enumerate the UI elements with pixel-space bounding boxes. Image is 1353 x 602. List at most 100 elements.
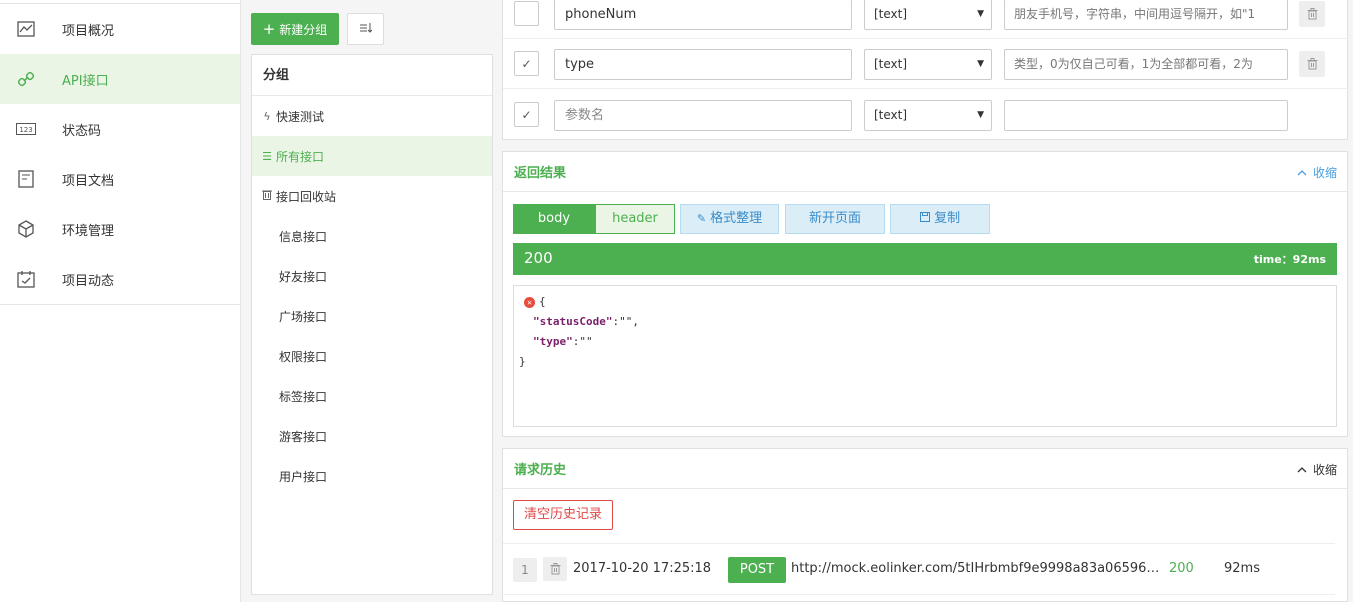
group-item-info[interactable]: 信息接口: [252, 216, 492, 256]
list-icon: ☰: [262, 149, 272, 163]
group-label: 广场接口: [279, 309, 328, 324]
history-panel: 请求历史 收缩 清空历史记录 1 2017-10-20 17:25:18 POS…: [502, 448, 1348, 602]
json-line: "type":"": [533, 335, 593, 348]
param-desc-input[interactable]: [1004, 100, 1288, 131]
param-row: ✓ type [text] ▼ 类型，0为仅自己可看，1为全部都可看，2为: [503, 39, 1349, 89]
group-item-tag[interactable]: 标签接口: [252, 376, 492, 416]
history-collapse-button[interactable]: 收缩: [1297, 461, 1337, 478]
param-checkbox[interactable]: ✓: [514, 102, 539, 127]
history-index: 1: [513, 558, 537, 582]
group-item-permission[interactable]: 权限接口: [252, 336, 492, 376]
history-header: 请求历史 收缩: [503, 449, 1347, 489]
param-checkbox[interactable]: [514, 1, 539, 26]
trash-icon: [550, 563, 560, 575]
history-row[interactable]: 1 2017-10-20 17:25:18 POST http://mock.e…: [503, 543, 1335, 595]
group-label: 标签接口: [279, 389, 328, 404]
param-type-select[interactable]: [text] ▼: [864, 100, 992, 131]
group-item-recycle[interactable]: 接口回收站: [252, 176, 492, 216]
link-icon: [16, 69, 36, 89]
response-body[interactable]: ✕{ "statusCode":"", "type":"" }: [513, 285, 1337, 427]
group-label: 接口回收站: [276, 189, 337, 204]
group-label: 所有接口: [276, 149, 325, 164]
nav-item-env[interactable]: 环境管理: [0, 204, 240, 254]
param-delete-button[interactable]: [1299, 51, 1325, 77]
result-title: 返回结果: [514, 166, 567, 181]
group-item-friend[interactable]: 好友接口: [252, 256, 492, 296]
param-name-input[interactable]: 参数名: [554, 100, 852, 131]
history-delete-button[interactable]: [543, 557, 567, 581]
result-collapse-button[interactable]: 收缩: [1297, 164, 1337, 181]
nav-item-docs[interactable]: 项目文档: [0, 154, 240, 204]
nav-item-activity[interactable]: 项目动态: [0, 254, 240, 304]
nav-label: 状态码: [62, 123, 102, 139]
param-desc-input[interactable]: 类型，0为仅自己可看，1为全部都可看，2为: [1004, 49, 1288, 80]
calendar-icon: [16, 269, 36, 289]
history-status-code: 200: [1169, 561, 1194, 576]
document-icon: [16, 169, 36, 189]
http-method-badge: POST: [728, 557, 786, 583]
param-type-value: [text]: [874, 108, 908, 122]
param-type-value: [text]: [874, 57, 908, 71]
nav-item-overview[interactable]: 项目概况: [0, 4, 240, 54]
tab-header[interactable]: header: [595, 204, 675, 234]
check-icon: ✓: [521, 56, 532, 71]
status-code: 200: [524, 249, 553, 267]
chart-icon: [16, 19, 36, 39]
history-url[interactable]: http://mock.eolinker.com/5tIHrbmbf9e9998…: [791, 561, 1165, 576]
nav-label: API接口: [62, 73, 109, 89]
status-bar: 200 time：92ms: [513, 243, 1337, 275]
params-table: phoneNum [text] ▼ 朋友手机号，字符串，中间用逗号隔开，如"1 ✓…: [502, 0, 1349, 140]
nav-label: 环境管理: [62, 223, 115, 239]
group-item-all[interactable]: ☰ 所有接口: [252, 136, 492, 176]
collapse-label: 收缩: [1312, 166, 1337, 180]
new-page-button[interactable]: 新开页面: [785, 204, 885, 234]
nav-label: 项目文档: [62, 173, 115, 189]
param-delete-button[interactable]: [1299, 1, 1325, 27]
left-nav: 项目概况 API接口 123 状态码 项目文档 环境管理 项目动态: [0, 0, 241, 602]
collapse-toggle-icon[interactable]: ✕: [524, 296, 535, 308]
param-desc-input[interactable]: 朋友手机号，字符串，中间用逗号隔开，如"1: [1004, 0, 1288, 30]
copy-button[interactable]: 复制: [890, 204, 990, 234]
param-type-select[interactable]: [text] ▼: [864, 0, 992, 30]
group-item-square[interactable]: 广场接口: [252, 296, 492, 336]
tab-body[interactable]: body: [513, 204, 595, 234]
save-icon: [919, 211, 934, 226]
group-column: + 新建分组 分组 ϟ 快速测试 ☰ 所有接口 接口回收站 信息接口 好友接口 …: [241, 0, 502, 602]
collapse-label: 收缩: [1312, 463, 1337, 477]
result-header: 返回结果 收缩: [503, 152, 1347, 192]
format-button[interactable]: ✎ 格式整理: [680, 204, 779, 234]
group-item-quick-test[interactable]: ϟ 快速测试: [252, 96, 492, 136]
trash-icon: [260, 189, 274, 203]
trash-icon: [1307, 8, 1317, 20]
nav-item-api[interactable]: API接口: [0, 54, 240, 104]
group-label: 好友接口: [279, 269, 328, 284]
main-panel: phoneNum [text] ▼ 朋友手机号，字符串，中间用逗号隔开，如"1 ✓…: [502, 0, 1353, 602]
sort-button[interactable]: [347, 13, 384, 45]
dropdown-arrow-icon: ▼: [977, 9, 984, 19]
history-title: 请求历史: [514, 463, 567, 478]
group-label: 快速测试: [276, 109, 325, 124]
param-type-value: [text]: [874, 7, 908, 21]
cube-icon: [16, 219, 36, 239]
nav-label: 项目概况: [62, 23, 115, 39]
check-icon: ✓: [521, 107, 532, 122]
param-checkbox[interactable]: ✓: [514, 51, 539, 76]
param-name-input[interactable]: phoneNum: [554, 0, 852, 30]
history-duration: 92ms: [1224, 561, 1260, 576]
copy-label: 复制: [934, 211, 961, 226]
group-item-user[interactable]: 用户接口: [252, 456, 492, 496]
param-row-new: ✓ 参数名 [text] ▼: [503, 90, 1349, 140]
group-label: 游客接口: [279, 429, 328, 444]
json-line: "statusCode":"",: [533, 315, 639, 328]
param-type-select[interactable]: [text] ▼: [864, 49, 992, 80]
new-group-label: 新建分组: [279, 22, 328, 37]
nav-item-status-code[interactable]: 123 状态码: [0, 104, 240, 154]
param-name-input[interactable]: type: [554, 49, 852, 80]
result-tabs: body header: [513, 204, 675, 234]
clear-history-button[interactable]: 清空历史记录: [513, 500, 613, 530]
group-item-guest[interactable]: 游客接口: [252, 416, 492, 456]
group-panel-title: 分组: [252, 55, 492, 96]
new-page-label: 新开页面: [808, 211, 861, 226]
history-time: 2017-10-20 17:25:18: [573, 561, 712, 576]
new-group-button[interactable]: + 新建分组: [251, 13, 339, 45]
